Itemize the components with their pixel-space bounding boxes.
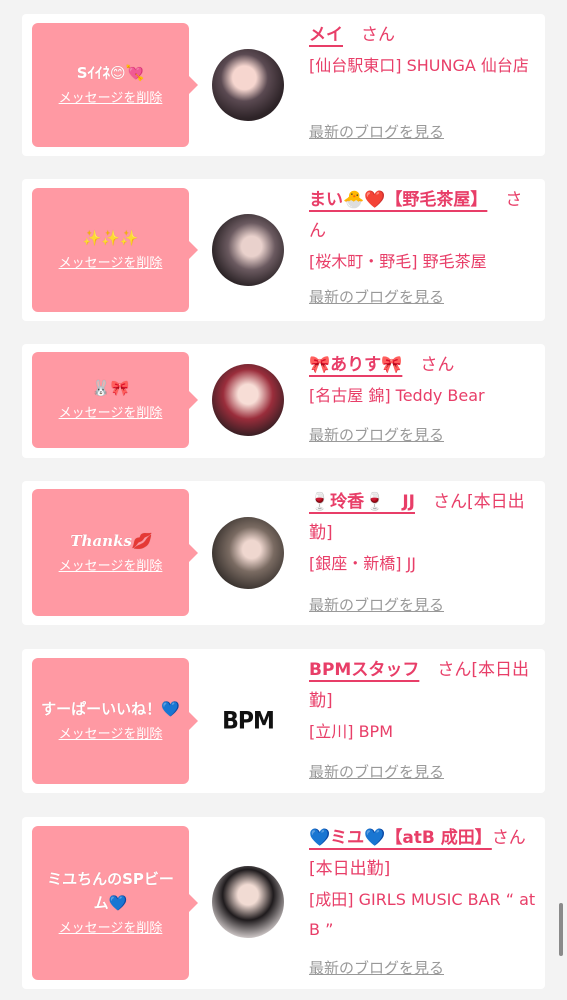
message-text: 🐰🎀	[91, 379, 130, 397]
message-bubble: Sｲｲﾈ😊💘 メッセージを削除	[32, 23, 198, 147]
honorific: さん	[437, 660, 472, 680]
message-bubble: ✨✨✨ メッセージを削除	[32, 188, 198, 312]
sender-name-link[interactable]: BPMスタッフ	[309, 660, 419, 680]
shop-info: [立川] BPM	[309, 722, 394, 741]
delete-message-link[interactable]: メッセージを削除	[59, 919, 163, 939]
avatar[interactable]	[212, 49, 284, 121]
message-bubble: 🐰🎀 メッセージを削除	[32, 352, 198, 448]
avatar[interactable]: BPM	[212, 685, 284, 757]
message-card: ✨✨✨ メッセージを削除 まい🐣❤️【野毛茶屋】 さん [桜木町・野毛] 野毛茶屋…	[22, 179, 545, 321]
message-card: 🐰🎀 メッセージを削除 🎀ありす🎀 さん [名古屋 錦] Teddy Bear 最…	[22, 344, 545, 458]
latest-blog-link[interactable]: 最新のブログを見る	[309, 957, 444, 978]
delete-message-link[interactable]: メッセージを削除	[59, 254, 163, 274]
latest-blog-link[interactable]: 最新のブログを見る	[309, 424, 444, 445]
avatar[interactable]	[212, 517, 284, 589]
honorific: さん	[361, 25, 395, 45]
latest-blog-link[interactable]: 最新のブログを見る	[309, 121, 444, 142]
sender-name-link[interactable]: 🎀ありす🎀	[309, 355, 402, 375]
latest-blog-link[interactable]: 最新のブログを見る	[309, 594, 444, 615]
shop-info: [名古屋 錦] Teddy Bear	[309, 386, 485, 405]
message-text: Sｲｲﾈ😊💘	[76, 64, 145, 82]
shop-info: [桜木町・野毛] 野毛茶屋	[309, 252, 487, 271]
latest-blog-link[interactable]: 最新のブログを見る	[309, 761, 444, 782]
honorific: さん	[432, 492, 467, 512]
delete-message-link[interactable]: メッセージを削除	[59, 557, 163, 577]
avatar[interactable]	[212, 364, 284, 436]
delete-message-link[interactable]: メッセージを削除	[59, 725, 163, 745]
message-text: Thanks💋	[70, 531, 151, 550]
message-text: ミユちんのSPビーム💙	[47, 870, 174, 912]
message-text: すーぱーいいね！💙	[41, 700, 180, 718]
message-bubble: Thanks💋 メッセージを削除	[32, 489, 198, 616]
shop-info: [成田] GIRLS MUSIC BAR “ at B ”	[309, 890, 536, 939]
shop-info: [銀座・新橋] JJ	[309, 554, 417, 573]
sender-name-link[interactable]: メイ	[309, 25, 343, 45]
bpm-logo: BPM	[222, 707, 275, 735]
delete-message-link[interactable]: メッセージを削除	[59, 404, 163, 424]
message-card: Thanks💋 メッセージを削除 🍷玲香🍷 JJ さん[本日出勤] [銀座・新橋]…	[22, 481, 545, 625]
scrollbar[interactable]	[559, 903, 563, 956]
sender-name-link[interactable]: まい🐣❤️【野毛茶屋】	[309, 190, 487, 210]
status-suffix: [本日出勤]	[309, 859, 391, 879]
avatar[interactable]	[212, 214, 284, 286]
shop-info: [仙台駅東口] SHUNGA 仙台店	[309, 56, 529, 75]
message-bubble: すーぱーいいね！💙 メッセージを削除	[32, 658, 198, 784]
message-card: すーぱーいいね！💙 メッセージを削除 BPM BPMスタッフ さん[本日出勤] […	[22, 649, 545, 793]
honorific: さん	[491, 828, 526, 848]
message-bubble: ミユちんのSPビーム💙 メッセージを削除	[32, 826, 198, 980]
latest-blog-link[interactable]: 最新のブログを見る	[309, 286, 444, 307]
delete-message-link[interactable]: メッセージを削除	[59, 89, 163, 109]
honorific: さん	[420, 355, 455, 375]
sender-name-link[interactable]: 💙ミユ💙【atB 成田】	[309, 828, 492, 848]
message-text: ✨✨✨	[82, 229, 139, 247]
sender-name-link[interactable]: 🍷玲香🍷 JJ	[309, 492, 415, 512]
message-card: Sｲｲﾈ😊💘 メッセージを削除 メイ さん [仙台駅東口] SHUNGA 仙台店 …	[22, 14, 545, 156]
avatar[interactable]	[212, 866, 284, 938]
message-card: ミユちんのSPビーム💙 メッセージを削除 💙ミユ💙【atB 成田】さん [本日出勤…	[22, 817, 545, 989]
